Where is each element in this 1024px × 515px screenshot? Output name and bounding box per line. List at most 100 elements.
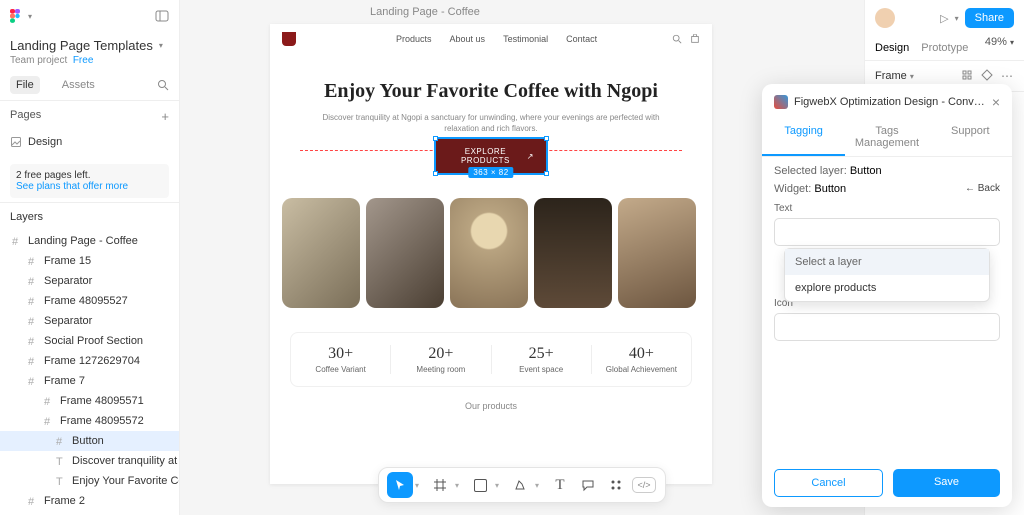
tree-frame-root[interactable]: #Landing Page - Coffee <box>0 231 179 251</box>
hash-icon: # <box>12 236 22 246</box>
hash-icon: # <box>28 376 38 386</box>
text-input[interactable] <box>774 218 1000 246</box>
tree-item[interactable]: #Frame 15 <box>0 251 179 271</box>
coffee-image-icon <box>534 198 612 308</box>
tab-assets[interactable]: Assets <box>56 76 101 94</box>
canvas-tab-bar: Landing Page - Coffee <box>360 0 704 24</box>
tidy-icon[interactable] <box>981 69 993 83</box>
hero-subtitle: Discover tranquility at Ngopi a sanctuar… <box>310 112 672 134</box>
dimension-label: 363 × 82 <box>468 167 513 178</box>
tree-item[interactable]: #Frame 48095572 <box>0 411 179 431</box>
tree-item[interactable]: TEnjoy Your Favorite Coffee w… <box>0 471 179 491</box>
coffee-image-icon <box>450 198 528 308</box>
products-heading: Our products <box>270 401 712 411</box>
close-icon[interactable]: × <box>992 94 1000 110</box>
left-panel: ▾ Landing Page Templates ▾ Team project … <box>0 0 180 515</box>
tree-item[interactable]: #Frame 2 <box>0 491 179 511</box>
more-icon[interactable]: ⋯ <box>1001 69 1014 83</box>
page-item-design[interactable]: Design <box>10 132 169 152</box>
pen-tool-icon[interactable] <box>507 472 533 498</box>
comment-tool-icon[interactable] <box>575 472 601 498</box>
chevron-down-icon[interactable]: ▾ <box>455 481 465 490</box>
tree-item[interactable]: #Separator <box>0 311 179 331</box>
nav-products[interactable]: Products <box>396 34 432 44</box>
resize-handle-icon[interactable] <box>433 136 438 141</box>
tree-item[interactable]: #Frame 48095571 <box>0 391 179 411</box>
selected-layer-row: Selected layer: Button <box>774 165 1000 177</box>
save-button[interactable]: Save <box>893 469 1000 497</box>
text-label: Text <box>774 203 1000 214</box>
cancel-button[interactable]: Cancel <box>774 469 883 497</box>
avatar[interactable] <box>875 8 895 28</box>
frame-tool-icon[interactable] <box>427 472 453 498</box>
chevron-down-icon[interactable]: ▾ <box>415 481 425 490</box>
hash-icon: # <box>28 336 38 346</box>
zoom-level[interactable]: 49% ▾ <box>985 36 1014 60</box>
resize-handle-icon[interactable] <box>433 171 438 176</box>
nav-about[interactable]: About us <box>450 34 486 44</box>
artboard-coffee[interactable]: Products About us Testimonial Contact En… <box>270 24 712 484</box>
nav-contact[interactable]: Contact <box>566 34 597 44</box>
tab-support[interactable]: Support <box>929 118 1012 156</box>
right-topbar: ▷ ▾ Share <box>865 0 1024 36</box>
pages-section-header: Pages + <box>0 101 179 132</box>
back-button[interactable]: ← Back <box>965 183 1000 194</box>
layer-tree: #Landing Page - Coffee #Frame 15 #Separa… <box>0 231 179 511</box>
chevron-down-icon[interactable]: ▾ <box>955 14 959 23</box>
actions-tool-icon[interactable] <box>603 472 629 498</box>
cta-selection[interactable]: EXPLORE PRODUCTS ↗ 363 × 82 <box>435 138 547 174</box>
figma-menu[interactable]: ▾ <box>10 9 32 23</box>
align-icon[interactable] <box>961 69 973 83</box>
tree-item-button[interactable]: #Button <box>0 431 179 451</box>
popup-body: Selected layer: Button Widget: Button ← … <box>762 157 1012 349</box>
project-name-dropdown[interactable]: Landing Page Templates ▾ <box>10 38 169 53</box>
text-tool-icon[interactable]: T <box>547 472 573 498</box>
chevron-down-icon[interactable]: ▾ <box>495 481 505 490</box>
tree-item[interactable]: #Separator <box>0 271 179 291</box>
resize-handle-icon[interactable] <box>544 171 549 176</box>
popup-title: FigwebX Optimization Design - Convert Fi… <box>794 96 986 108</box>
tree-item[interactable]: #Frame 1272629704 <box>0 351 179 371</box>
stats-row: 30+Coffee Variant 20+Meeting room 25+Eve… <box>290 332 692 387</box>
popup-tabs: Tagging Tags Management Support <box>762 118 1012 157</box>
frame-dropdown[interactable]: Frame ▾ <box>875 70 914 82</box>
play-icon[interactable]: ▷ <box>940 12 948 25</box>
tab-tags-mgmt[interactable]: Tags Management <box>845 118 928 156</box>
icon-input[interactable] <box>774 313 1000 341</box>
tab-design[interactable]: Design <box>875 36 909 60</box>
cta-button[interactable]: EXPLORE PRODUCTS ↗ 363 × 82 <box>435 138 547 174</box>
stat-item: 30+Coffee Variant <box>291 345 391 374</box>
tree-item[interactable]: TDiscover tranquility at Ngopi… <box>0 451 179 471</box>
layer-dropdown: Select a layer explore products <box>784 248 990 302</box>
search-icon[interactable] <box>672 34 682 44</box>
tree-item[interactable]: #Frame 48095527 <box>0 291 179 311</box>
chevron-down-icon: ▾ <box>1010 38 1014 47</box>
plan-link[interactable]: Free <box>73 55 94 66</box>
bottom-toolbar: ▾ ▾ ▾ ▾ T </> <box>378 467 666 503</box>
cart-icon[interactable] <box>690 34 700 44</box>
shape-tool-icon[interactable] <box>467 472 493 498</box>
search-icon[interactable] <box>157 79 169 91</box>
tab-file[interactable]: File <box>10 76 40 94</box>
tab-prototype[interactable]: Prototype <box>921 36 968 60</box>
canvas-frame-label[interactable]: Landing Page - Coffee <box>370 6 480 18</box>
dropdown-option[interactable]: explore products <box>785 275 989 301</box>
chevron-down-icon[interactable]: ▾ <box>535 481 545 490</box>
tree-item[interactable]: #Social Proof Section <box>0 331 179 351</box>
add-page-icon[interactable]: + <box>161 109 169 124</box>
hash-icon: # <box>28 276 38 286</box>
upgrade-link[interactable]: See plans that offer more <box>16 181 128 192</box>
dev-mode-toggle[interactable]: </> <box>631 472 657 498</box>
widget-row: Widget: Button ← Back <box>774 183 1000 195</box>
text-icon: T <box>56 456 66 466</box>
resize-handle-icon[interactable] <box>544 136 549 141</box>
tree-item[interactable]: #Frame 7 <box>0 371 179 391</box>
share-button[interactable]: Share <box>965 8 1014 28</box>
tab-tagging[interactable]: Tagging <box>762 118 845 156</box>
hash-icon: # <box>44 416 54 426</box>
stat-item: 25+Event space <box>492 345 592 374</box>
panel-toggle-icon[interactable] <box>155 9 169 23</box>
hash-icon: # <box>28 296 38 306</box>
nav-testimonial[interactable]: Testimonial <box>503 34 548 44</box>
move-tool-icon[interactable] <box>387 472 413 498</box>
